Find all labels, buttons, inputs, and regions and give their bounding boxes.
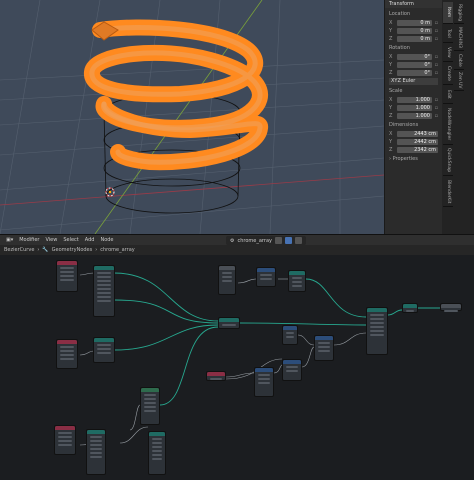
lock-icon[interactable]: ▫ [432, 105, 438, 111]
location-z-field[interactable]: Z0 m ▫ [389, 35, 438, 42]
lock-icon[interactable]: ▫ [432, 54, 438, 60]
rotation-x-field[interactable]: X 0° ▫ [389, 53, 438, 60]
menu-view[interactable]: View [45, 237, 57, 243]
lock-icon[interactable]: ▫ [432, 97, 438, 103]
lock-icon[interactable]: ▫ [432, 70, 438, 76]
node-realize[interactable] [402, 303, 418, 313]
chevron-right-icon: › [37, 247, 40, 253]
node-instance-2[interactable] [93, 337, 115, 363]
location-label: Location [389, 11, 411, 17]
lock-icon[interactable]: ▫ [432, 62, 438, 68]
breadcrumb-item[interactable]: GeometryNodes [52, 247, 93, 253]
menu-node[interactable]: Node [100, 237, 113, 243]
close-icon[interactable] [294, 237, 302, 244]
rotation-mode-select[interactable]: XYZ Euler [389, 78, 438, 85]
tab-view[interactable]: View [443, 44, 453, 62]
editor-type-icon[interactable]: ▣▾ [6, 237, 13, 243]
location-x-field[interactable]: X0 m ▫ [389, 19, 438, 26]
editor-context-select[interactable]: Modifier [19, 237, 39, 243]
tab-machin3[interactable]: MACHIN3 [454, 25, 464, 51]
node-group-output[interactable] [440, 303, 462, 312]
node-input-red-2[interactable] [56, 339, 78, 369]
node-resample[interactable] [86, 429, 106, 475]
modifier-icon: 🔧 [42, 247, 49, 253]
rotation-y-field[interactable]: Y 0° ▫ [389, 61, 438, 68]
scale-z-field[interactable]: Z 1.000 ▫ [389, 112, 438, 119]
tab-nodewrangler[interactable]: NodeWrangler [443, 105, 453, 145]
scale-y-field[interactable]: Y 1.000 ▫ [389, 104, 438, 111]
location-y-field[interactable]: Y0 m ▫ [389, 27, 438, 34]
lock-icon[interactable]: ▫ [432, 113, 438, 119]
node-curve-to-mesh[interactable] [148, 431, 166, 475]
chevron-right-icon: › [95, 247, 98, 253]
node-math[interactable] [256, 267, 276, 287]
node-separate[interactable] [254, 367, 274, 397]
dimensions-y-field[interactable]: Y 2442 cm [389, 138, 438, 145]
lock-icon[interactable]: ▫ [432, 36, 438, 42]
node-combine[interactable] [314, 335, 334, 361]
transform-header[interactable]: Transform [385, 0, 442, 8]
node-canvas[interactable] [0, 255, 474, 480]
scale-x-field[interactable]: X 1.000 ▫ [389, 96, 438, 103]
tab-tool[interactable]: Tool [443, 25, 453, 43]
fake-user-icon[interactable] [274, 237, 282, 244]
node-transform[interactable] [288, 270, 306, 292]
lock-icon[interactable]: ▫ [432, 20, 438, 26]
3d-viewport[interactable]: Transform Location X0 m ▫ Y0 m ▫ Z0 m ▫ Rot… [0, 0, 474, 234]
node-input-red-4[interactable] [54, 425, 76, 455]
node-curve-circle[interactable] [140, 387, 160, 425]
node-instance[interactable] [93, 265, 115, 317]
sidebar-tabs: Item Tool View Create Edit NodeWrangler … [442, 0, 474, 234]
tab-cable[interactable]: Cable [454, 52, 464, 70]
tab-edit[interactable]: Edit [443, 86, 453, 104]
node-tree-selector[interactable]: ⚙ chrome_array [226, 236, 306, 245]
sidebar-n-panel: Transform Location X0 m ▫ Y0 m ▫ Z0 m ▫ Rot… [384, 0, 442, 234]
node-math-2[interactable] [282, 359, 302, 381]
tab-create[interactable]: Create [443, 63, 453, 85]
menu-add[interactable]: Add [85, 237, 95, 243]
node-value[interactable] [218, 265, 236, 295]
tab-rigging[interactable]: Rigging [454, 2, 464, 24]
chevron-right-icon: › [389, 156, 391, 162]
lock-icon[interactable]: ▫ [432, 28, 438, 34]
tab-blenderkit[interactable]: BlenderKit [443, 177, 453, 207]
tab-zenuv[interactable]: Zen UV [454, 71, 464, 91]
breadcrumb: BezierCurve › 🔧 GeometryNodes › chrome_a… [0, 245, 474, 255]
node-set-position[interactable] [366, 307, 388, 355]
breadcrumb-item[interactable]: BezierCurve [4, 247, 34, 253]
properties-panel-header[interactable]: › Properties [385, 156, 442, 163]
tab-quicksnap[interactable]: QuickSnap [443, 146, 453, 176]
node-input-red[interactable] [56, 260, 78, 292]
node-tree-name[interactable]: chrome_array [237, 238, 271, 244]
breadcrumb-item[interactable]: chrome_array [100, 247, 134, 253]
node-editor-header: ▣▾ Modifier View Select Add Node ⚙ chrom… [0, 234, 474, 245]
menu-select[interactable]: Select [63, 237, 78, 243]
node-join-geometry[interactable] [218, 317, 240, 329]
duplicate-icon[interactable] [284, 237, 292, 244]
blender-window: Transform Location X0 m ▫ Y0 m ▫ Z0 m ▫ Rot… [0, 0, 474, 480]
scale-label: Scale [389, 88, 403, 94]
dimensions-z-field[interactable]: Z 2342 cm [389, 146, 438, 153]
rotation-label: Rotation [389, 45, 410, 51]
node-input-red-3[interactable] [206, 371, 226, 381]
rotation-z-field[interactable]: Z 0° ▫ [389, 69, 438, 76]
dimensions-x-field[interactable]: X 2443 cm [389, 130, 438, 137]
dimensions-label: Dimensions [389, 122, 419, 128]
tab-item[interactable]: Item [443, 2, 453, 24]
viewport-scene [0, 0, 384, 234]
node-tree-icon: ⚙ [230, 237, 235, 244]
node-vector[interactable] [282, 325, 298, 345]
